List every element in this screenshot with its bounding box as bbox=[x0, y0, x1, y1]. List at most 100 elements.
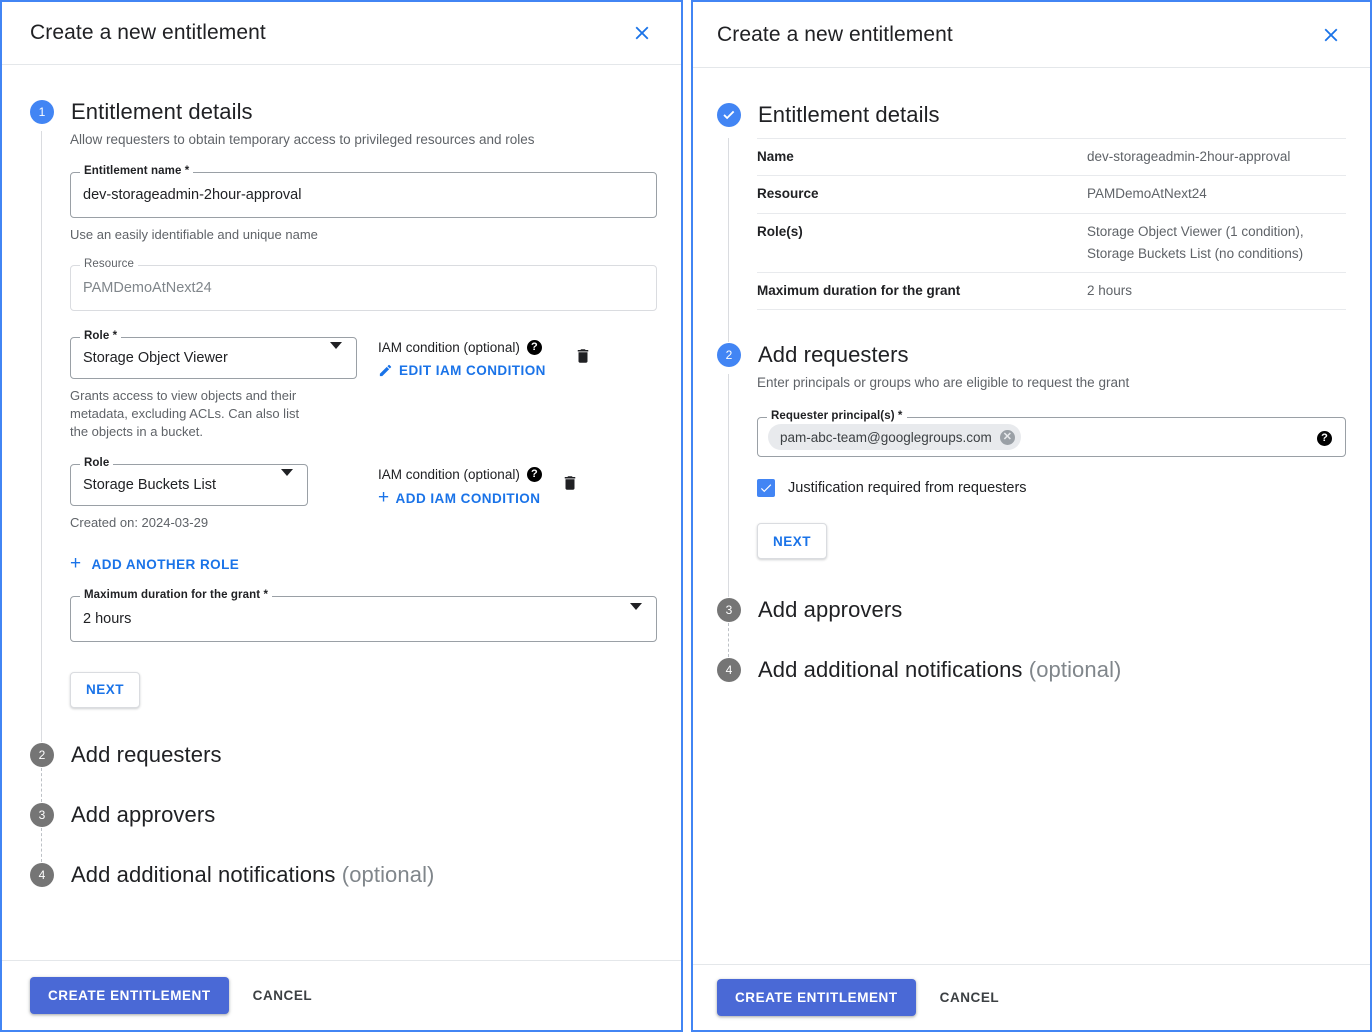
step-4-add-notifications[interactable]: 4 Add additional notifications (optional… bbox=[30, 862, 657, 888]
summary-key: Resource bbox=[757, 186, 819, 202]
step-4-title: Add additional notifications (optional) bbox=[71, 862, 434, 888]
step-4-title-text: Add additional notifications bbox=[758, 657, 1023, 683]
step-4-optional-tag: (optional) bbox=[1028, 657, 1122, 683]
table-row: Resource PAMDemoAtNext24 bbox=[757, 175, 1346, 213]
step-1-header: 1 Entitlement details bbox=[30, 99, 657, 125]
create-entitlement-dialog-step2: Create a new entitlement Entitlement det… bbox=[691, 0, 1372, 1032]
entitlement-name-field[interactable]: Entitlement name * dev-storageadmin-2hou… bbox=[70, 164, 657, 218]
step-4-header[interactable]: 4 Add additional notifications (optional… bbox=[717, 657, 1346, 683]
delete-role-1-icon[interactable] bbox=[574, 347, 592, 365]
step-1-title: Entitlement details bbox=[71, 99, 253, 124]
step-1-header[interactable]: Entitlement details bbox=[717, 102, 1346, 128]
justification-required-row[interactable]: Justification required from requesters bbox=[757, 479, 1346, 498]
dialog-title: Create a new entitlement bbox=[30, 21, 266, 44]
iam-condition-text-1: IAM condition (optional) bbox=[378, 340, 520, 356]
step-3-add-approvers[interactable]: 3 Add approvers bbox=[30, 802, 657, 828]
resource-label: Resource bbox=[80, 258, 139, 271]
add-iam-condition-button[interactable]: + ADD IAM CONDITION bbox=[378, 488, 542, 507]
create-entitlement-button[interactable]: CREATE ENTITLEMENT bbox=[30, 977, 229, 1014]
step-2-add-requesters[interactable]: 2 Add requesters bbox=[30, 742, 657, 768]
role-1-value: Storage Object Viewer bbox=[83, 350, 228, 367]
help-icon[interactable]: ? bbox=[526, 340, 542, 356]
summary-value: 2 hours bbox=[1087, 283, 1133, 299]
step-connector bbox=[728, 310, 1346, 343]
requester-principals-label: Requester principal(s) * bbox=[767, 410, 907, 423]
iam-condition-label-2: IAM condition (optional) ? bbox=[378, 467, 542, 483]
chevron-down-icon[interactable] bbox=[281, 469, 293, 494]
summary-key: Role(s) bbox=[757, 223, 803, 239]
step-2-next-button[interactable]: NEXT bbox=[757, 523, 828, 560]
close-icon[interactable] bbox=[627, 18, 657, 48]
dialog-footer: CREATE ENTITLEMENT CANCEL bbox=[693, 964, 1370, 1030]
requester-principal-chip-label: pam-abc-team@googlegroups.com bbox=[780, 429, 992, 445]
dialog-body: Entitlement details Name dev-storageadmi… bbox=[693, 68, 1370, 964]
edit-iam-condition-button[interactable]: EDIT IAM CONDITION bbox=[378, 363, 546, 378]
add-iam-condition-label: ADD IAM CONDITION bbox=[395, 491, 541, 507]
summary-value: Storage Object Viewer (1 condition), Sto… bbox=[1087, 223, 1304, 261]
step-3-header[interactable]: 3 Add approvers bbox=[717, 597, 1346, 623]
justification-required-label: Justification required from requesters bbox=[788, 480, 1027, 497]
role-1-helper: Grants access to view objects and their … bbox=[70, 388, 300, 439]
step-2-badge: 2 bbox=[717, 343, 741, 368]
chevron-down-icon[interactable] bbox=[330, 342, 342, 367]
help-icon[interactable]: ? bbox=[526, 467, 542, 483]
summary-key: Maximum duration for the grant bbox=[757, 283, 961, 299]
delete-role-2-icon[interactable] bbox=[561, 474, 579, 492]
table-row: Name dev-storageadmin-2hour-approval bbox=[757, 138, 1346, 176]
help-icon[interactable]: ? bbox=[1317, 428, 1332, 447]
max-duration-value: 2 hours bbox=[83, 610, 132, 627]
step-1-entitlement-details: 1 Entitlement details Allow requesters t… bbox=[30, 99, 657, 742]
step-1-next-button[interactable]: NEXT bbox=[70, 671, 141, 708]
role-select-1[interactable]: Role * Storage Object Viewer bbox=[70, 330, 357, 380]
add-another-role-label: ADD ANOTHER ROLE bbox=[91, 556, 240, 572]
entitlement-name-label: Entitlement name * bbox=[80, 164, 194, 177]
step-connector bbox=[41, 767, 657, 802]
step-connector bbox=[41, 827, 657, 862]
requester-principal-chip[interactable]: pam-abc-team@googlegroups.com ✕ bbox=[768, 424, 1021, 451]
table-row: Role(s) Storage Object Viewer (1 conditi… bbox=[757, 213, 1346, 273]
create-entitlement-button[interactable]: CREATE ENTITLEMENT bbox=[717, 979, 916, 1016]
step-4-title: Add additional notifications (optional) bbox=[758, 657, 1121, 683]
dialog-title: Create a new entitlement bbox=[717, 22, 953, 46]
step-1-description: Allow requesters to obtain temporary acc… bbox=[70, 132, 535, 147]
max-duration-label: Maximum duration for the grant * bbox=[80, 588, 273, 601]
check-circle-icon bbox=[717, 103, 741, 127]
cancel-button[interactable]: CANCEL bbox=[932, 980, 1008, 1016]
step-3-title: Add approvers bbox=[758, 597, 903, 623]
role-2-helper: Created on: 2024-03-29 bbox=[70, 515, 209, 531]
step-4-add-notifications[interactable]: 4 Add additional notifications (optional… bbox=[717, 657, 1346, 683]
iam-condition-label-1: IAM condition (optional) ? bbox=[378, 340, 546, 356]
step-3-title: Add approvers bbox=[71, 801, 216, 827]
summary-value: dev-storageadmin-2hour-approval bbox=[1087, 149, 1291, 164]
dialog-footer: CREATE ENTITLEMENT CANCEL bbox=[2, 960, 681, 1030]
step-4-title-text: Add additional notifications bbox=[71, 861, 336, 887]
close-icon[interactable] bbox=[1316, 20, 1346, 50]
chevron-down-icon[interactable] bbox=[630, 602, 642, 628]
step-1-entitlement-details[interactable]: Entitlement details Name dev-storageadmi… bbox=[717, 102, 1346, 311]
max-duration-select[interactable]: Maximum duration for the grant * 2 hours bbox=[70, 588, 657, 642]
add-another-role-button[interactable]: + ADD ANOTHER ROLE bbox=[70, 554, 240, 573]
role-select-2[interactable]: Role Storage Buckets List bbox=[70, 457, 308, 507]
create-entitlement-dialog-step1: Create a new entitlement 1 Entitlement d… bbox=[0, 0, 683, 1032]
role-2-label: Role bbox=[80, 457, 114, 470]
step-connector bbox=[728, 623, 1346, 658]
step-2-header: 2 Add requesters bbox=[717, 342, 1346, 368]
entitlement-summary-table: Name dev-storageadmin-2hour-approval Res… bbox=[757, 138, 1346, 310]
requester-principals-field[interactable]: Requester principal(s) * pam-abc-team@go… bbox=[757, 410, 1346, 458]
step-3-badge: 3 bbox=[30, 802, 54, 827]
step-4-header[interactable]: 4 Add additional notifications (optional… bbox=[30, 862, 657, 888]
step-3-add-approvers[interactable]: 3 Add approvers bbox=[717, 597, 1346, 623]
role-2-value: Storage Buckets List bbox=[83, 477, 216, 494]
dialog-header: Create a new entitlement bbox=[693, 2, 1370, 68]
justification-required-checkbox[interactable] bbox=[757, 479, 775, 498]
remove-chip-icon[interactable]: ✕ bbox=[999, 429, 1015, 445]
resource-value: PAMDemoAtNext24 bbox=[83, 280, 212, 297]
step-3-header[interactable]: 3 Add approvers bbox=[30, 802, 657, 828]
cancel-button[interactable]: CANCEL bbox=[245, 978, 321, 1014]
iam-condition-text-2: IAM condition (optional) bbox=[378, 467, 520, 483]
step-2-header[interactable]: 2 Add requesters bbox=[30, 742, 657, 768]
step-1-summary: Name dev-storageadmin-2hour-approval Res… bbox=[728, 138, 1346, 311]
entitlement-name-helper: Use an easily identifiable and unique na… bbox=[70, 226, 318, 242]
step-2-description: Enter principals or groups who are eligi… bbox=[757, 375, 1130, 391]
summary-value: PAMDemoAtNext24 bbox=[1087, 186, 1207, 202]
